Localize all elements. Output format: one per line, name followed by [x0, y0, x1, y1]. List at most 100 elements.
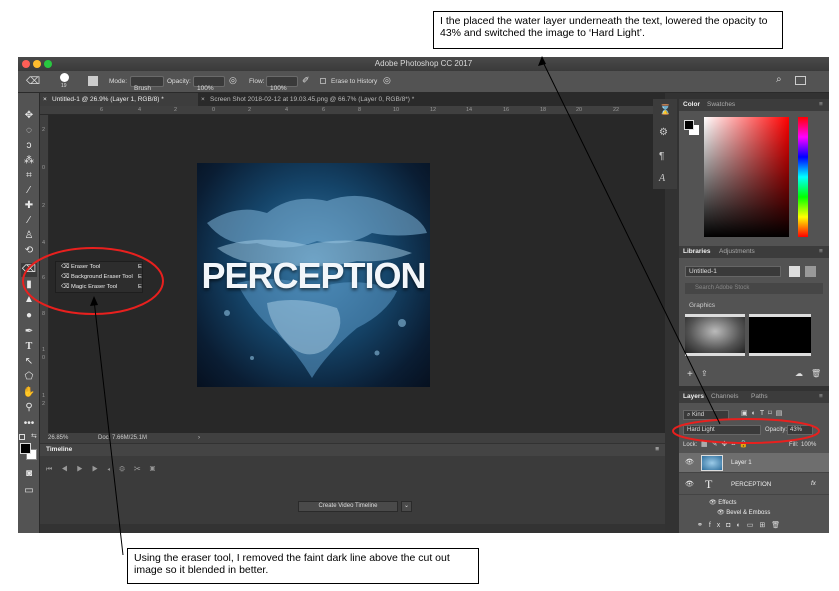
blend-mode-select[interactable]: Hard Light: [683, 425, 761, 435]
layer-row-layer-1[interactable]: 👁 Layer 1: [679, 453, 829, 473]
hue-slider[interactable]: [798, 117, 808, 237]
create-video-timeline-button[interactable]: Create Video Timeline: [298, 501, 398, 512]
grid-view-icon[interactable]: [789, 266, 800, 277]
delete-icon[interactable]: 🗑: [811, 369, 821, 378]
mode-select[interactable]: Brush: [130, 76, 164, 92]
pen-tool-icon[interactable]: ✒: [21, 325, 37, 339]
zoom-window-button[interactable]: [44, 60, 52, 68]
more-tools-icon[interactable]: •••: [21, 417, 37, 431]
close-tab-icon[interactable]: ×: [43, 93, 47, 106]
add-content-icon[interactable]: +: [687, 369, 693, 380]
flyout-item-eraser[interactable]: ⌫ Eraser Tool: [61, 264, 100, 270]
crop-tool-icon[interactable]: ⌗: [21, 169, 37, 183]
fill-value[interactable]: 100%: [801, 442, 816, 448]
type-tool-icon[interactable]: T: [21, 340, 37, 354]
tab-adjustments[interactable]: Adjustments: [719, 246, 755, 258]
flyout-item-background-eraser[interactable]: ⌫ Background Eraser Tool: [61, 274, 133, 280]
character-panel-icon[interactable]: A: [659, 173, 665, 184]
paragraph-panel-icon[interactable]: ¶: [659, 151, 664, 162]
cloud-sync-icon[interactable]: ☁: [795, 369, 803, 378]
settings-icon[interactable]: ⚙: [119, 466, 134, 473]
close-window-button[interactable]: [22, 60, 30, 68]
dodge-tool-icon[interactable]: ●: [21, 309, 37, 323]
upload-icon[interactable]: ⇪: [701, 369, 708, 378]
graphic-thumbnail-black[interactable]: [749, 314, 811, 356]
previous-frame-icon[interactable]: ◀: [61, 466, 76, 473]
library-select[interactable]: Untitled-1: [685, 266, 781, 277]
graphics-section-label[interactable]: Graphics: [689, 302, 715, 309]
path-selection-tool-icon[interactable]: ↖: [21, 355, 37, 369]
layer-filter-icons[interactable]: ▣◐T⌑▤: [741, 409, 786, 417]
gradient-tool-icon[interactable]: ▮: [21, 278, 37, 292]
eraser-tool-icon[interactable]: ⌫: [21, 263, 37, 277]
brush-panel-icon[interactable]: [88, 76, 98, 86]
play-icon[interactable]: ▶: [77, 466, 92, 473]
swap-colors-icon[interactable]: ⇆: [31, 432, 37, 440]
tab-screen-shot[interactable]: × Screen Shot 2018-02-12 at 19.03.45.png…: [198, 93, 468, 106]
transition-icon[interactable]: ▣: [150, 466, 165, 473]
list-view-icon[interactable]: [805, 266, 816, 277]
clone-stamp-tool-icon[interactable]: ♙: [21, 229, 37, 243]
lock-icons[interactable]: ▦✎✥⌗🔒: [701, 440, 752, 449]
history-panel-icon[interactable]: ⌛: [659, 105, 671, 116]
layers-footer-icons[interactable]: ⚭fx◘◐▭⊞🗑: [697, 521, 786, 529]
tab-channels[interactable]: Channels: [711, 391, 738, 403]
tab-untitled-1[interactable]: × Untitled-1 @ 26.9% (Layer 1, RGB/8) *: [40, 93, 198, 106]
layer-filter-select[interactable]: ⌕ Kind: [683, 410, 729, 420]
hand-tool-icon[interactable]: ✋: [21, 386, 37, 400]
color-picker-field[interactable]: [704, 117, 789, 237]
history-brush-tool-icon[interactable]: ⟲: [21, 244, 37, 258]
eraser-preset-icon[interactable]: ⌫: [26, 76, 40, 87]
minimize-window-button[interactable]: [33, 60, 41, 68]
move-tool-icon[interactable]: ✥: [21, 109, 37, 123]
first-frame-icon[interactable]: ⏮: [46, 466, 61, 473]
panel-menu-icon[interactable]: ≡: [819, 246, 823, 258]
screen-mode-icon[interactable]: ▭: [21, 484, 37, 498]
close-tab-icon[interactable]: ×: [201, 93, 205, 106]
flyout-item-magic-eraser[interactable]: ⌫ Magic Eraser Tool: [61, 284, 117, 290]
layer-opacity-field[interactable]: 43%: [787, 425, 813, 435]
flow-field[interactable]: 100%: [266, 76, 298, 92]
marquee-tool-icon[interactable]: ◌: [21, 124, 37, 138]
tab-layers[interactable]: Layers: [683, 391, 704, 403]
visibility-eye-icon[interactable]: 👁: [685, 480, 694, 488]
pressure-size-icon[interactable]: ◎: [383, 75, 391, 86]
panel-menu-icon[interactable]: ≡: [655, 444, 659, 456]
stock-search-input[interactable]: Search Adobe Stock: [685, 283, 823, 294]
color-foreground-swatch[interactable]: [684, 120, 694, 130]
tab-swatches[interactable]: Swatches: [707, 99, 735, 111]
erase-to-history-checkbox[interactable]: [320, 78, 326, 84]
panel-menu-icon[interactable]: ≡: [819, 391, 823, 403]
next-frame-icon[interactable]: ▶: [92, 466, 107, 473]
opacity-field[interactable]: 100%: [193, 76, 225, 92]
lasso-tool-icon[interactable]: ↄ: [21, 139, 37, 153]
search-icon[interactable]: ⌕: [776, 74, 782, 85]
shape-tool-icon[interactable]: ⬠: [21, 370, 37, 384]
tab-libraries[interactable]: Libraries: [683, 246, 710, 258]
panel-menu-icon[interactable]: ≡: [819, 99, 823, 111]
status-menu-icon[interactable]: ›: [198, 433, 200, 443]
healing-brush-tool-icon[interactable]: ✚: [21, 199, 37, 213]
split-icon[interactable]: ✂: [134, 466, 150, 473]
properties-panel-icon[interactable]: ⚙: [659, 127, 668, 138]
magic-wand-tool-icon[interactable]: ⁂: [21, 154, 37, 168]
layer-row-perception[interactable]: 👁 T PERCEPTION fx: [679, 475, 829, 495]
fx-icon[interactable]: fx: [811, 480, 816, 487]
visibility-eye-icon[interactable]: 👁: [685, 458, 694, 466]
eyedropper-tool-icon[interactable]: ⁄: [21, 184, 37, 198]
default-colors-icon[interactable]: [19, 434, 25, 440]
tab-color[interactable]: Color: [683, 99, 700, 111]
airbrush-icon[interactable]: ✐: [302, 75, 310, 86]
audio-icon[interactable]: ◂: [107, 466, 119, 473]
workspace-switcher-icon[interactable]: [795, 76, 806, 85]
foreground-color-swatch[interactable]: [20, 443, 31, 454]
tab-paths[interactable]: Paths: [751, 391, 768, 403]
zoom-level[interactable]: 26.85%: [48, 433, 68, 443]
blur-tool-icon[interactable]: ▲: [21, 293, 37, 307]
create-timeline-dropdown[interactable]: ⌄: [401, 501, 412, 512]
brush-tool-icon[interactable]: ∕: [21, 214, 37, 228]
effect-bevel-emboss[interactable]: 👁 Bevel & Emboss: [717, 509, 770, 516]
pressure-opacity-icon[interactable]: ◎: [229, 75, 237, 86]
zoom-tool-icon[interactable]: ⚲: [21, 401, 37, 415]
quick-mask-icon[interactable]: ◙: [21, 467, 37, 481]
